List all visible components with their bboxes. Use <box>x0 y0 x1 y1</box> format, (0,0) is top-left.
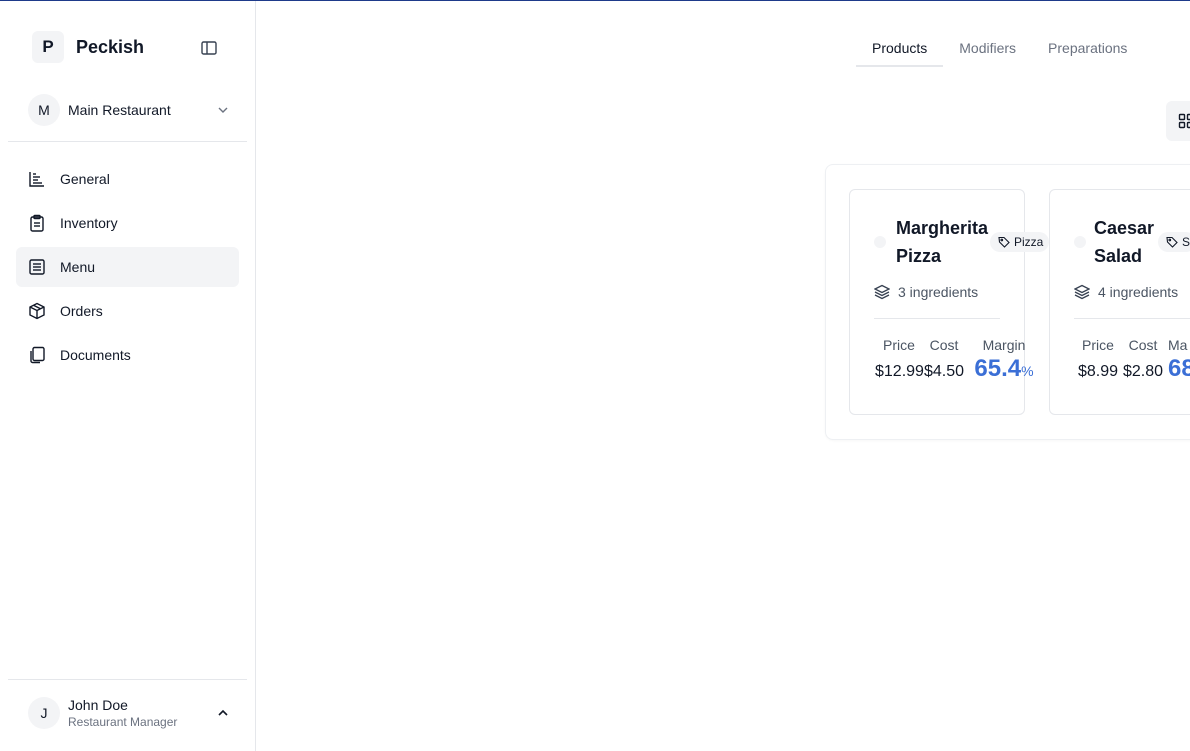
avatar: J <box>28 697 60 729</box>
price-stat: Price $8.99 <box>1074 337 1122 381</box>
margin-label: Margin <box>982 337 1026 353</box>
category-badge: Pizza <box>990 232 1050 252</box>
category-label: Pizza <box>1014 235 1044 249</box>
chevron-up-icon <box>218 709 228 716</box>
product-tabs: Products Modifiers Preparations <box>856 33 1143 67</box>
product-card[interactable]: Caesar Salad S 4 ingredients Price $8.99… <box>1049 189 1190 415</box>
sidebar-item-orders[interactable]: Orders <box>16 291 239 331</box>
price-label: Price <box>1082 337 1114 353</box>
product-image-placeholder <box>874 236 886 248</box>
cost-label: Cost <box>929 337 959 353</box>
sidebar-item-documents[interactable]: Documents <box>16 335 239 375</box>
product-name: Margherita Pizza <box>896 218 989 266</box>
price-value: $12.99 <box>875 363 924 380</box>
restaurant-avatar: M <box>28 94 60 126</box>
margin-stat: Margin 65.4% <box>968 337 1040 385</box>
sidebar-item-general[interactable]: General <box>16 159 239 199</box>
documents-icon <box>30 346 45 364</box>
restaurant-switcher[interactable]: M Main Restaurant <box>28 94 230 126</box>
tab-preparations[interactable]: Preparations <box>1032 33 1143 67</box>
menu-list-icon <box>29 259 45 275</box>
margin-number: 65.4 <box>974 355 1022 382</box>
card-divider <box>1074 318 1190 319</box>
clipboard-icon <box>30 214 44 232</box>
restaurant-name: Main Restaurant <box>68 102 171 118</box>
sidebar-item-label: Menu <box>60 259 96 275</box>
ingredient-count-label: 4 ingredients <box>1098 284 1179 300</box>
sidebar-item-label: Inventory <box>60 215 118 231</box>
sidebar-toggle-icon[interactable] <box>200 39 218 57</box>
margin-unit: % <box>1021 363 1034 379</box>
margin-value: 65.4% <box>968 355 1040 385</box>
product-card[interactable]: Margherita Pizza Pizza 3 ingredients Pri… <box>849 189 1050 415</box>
margin-value: 68 <box>1168 355 1190 385</box>
cost-value: $2.80 <box>1122 363 1164 380</box>
category-label: S <box>1182 235 1190 249</box>
grid-view-button[interactable] <box>1166 101 1190 141</box>
chevron-down-icon <box>218 107 228 113</box>
ingredient-count: 3 ingredients <box>874 284 978 300</box>
sidebar-divider <box>8 679 247 680</box>
cost-stat: Cost $2.80 <box>1120 337 1166 381</box>
sidebar-item-menu[interactable]: Menu <box>16 247 239 287</box>
product-image-placeholder <box>1074 236 1086 248</box>
price-label: Price <box>883 337 915 353</box>
category-badge: S <box>1158 232 1190 252</box>
chart-icon <box>29 172 44 187</box>
margin-label: Ma <box>1168 337 1188 353</box>
layers-icon <box>874 284 890 300</box>
sidebar-item-label: Orders <box>60 303 103 319</box>
user-role: Restaurant Manager <box>68 715 178 729</box>
sidebar-item-label: General <box>60 171 110 187</box>
package-icon <box>29 302 45 320</box>
price-stat: Price $12.99 <box>875 337 924 381</box>
tab-products[interactable]: Products <box>856 33 944 67</box>
price-value: $8.99 <box>1077 363 1119 380</box>
layers-icon <box>1074 284 1090 300</box>
sidebar-nav: General Inventory Menu Orders Documents <box>16 159 239 379</box>
sidebar-divider <box>8 141 247 142</box>
grid-icon <box>1178 113 1190 129</box>
margin-number: 68 <box>1168 355 1190 382</box>
brand[interactable]: P Peckish <box>32 31 144 63</box>
ingredient-count-label: 3 ingredients <box>898 284 979 300</box>
user-info: John Doe Restaurant Manager <box>68 696 216 730</box>
sidebar-item-label: Documents <box>60 347 131 363</box>
tag-icon <box>1166 236 1178 248</box>
tag-icon <box>998 236 1010 248</box>
cost-stat: Cost $4.50 <box>921 337 967 381</box>
sidebar: P Peckish M Main Restaurant General Inve… <box>0 1 256 751</box>
app-window: P Peckish M Main Restaurant General Inve… <box>0 0 1190 751</box>
cost-value: $4.50 <box>923 363 965 380</box>
cost-label: Cost <box>1128 337 1158 353</box>
tab-modifiers[interactable]: Modifiers <box>943 33 1032 67</box>
user-name: John Doe <box>68 697 128 713</box>
brand-logo: P <box>32 31 64 63</box>
margin-stat: Ma 68 <box>1168 337 1190 385</box>
card-divider <box>874 318 1000 319</box>
ingredient-count: 4 ingredients <box>1074 284 1178 300</box>
user-menu[interactable]: J John Doe Restaurant Manager <box>28 695 230 731</box>
brand-name: Peckish <box>76 36 145 57</box>
sidebar-item-inventory[interactable]: Inventory <box>16 203 239 243</box>
